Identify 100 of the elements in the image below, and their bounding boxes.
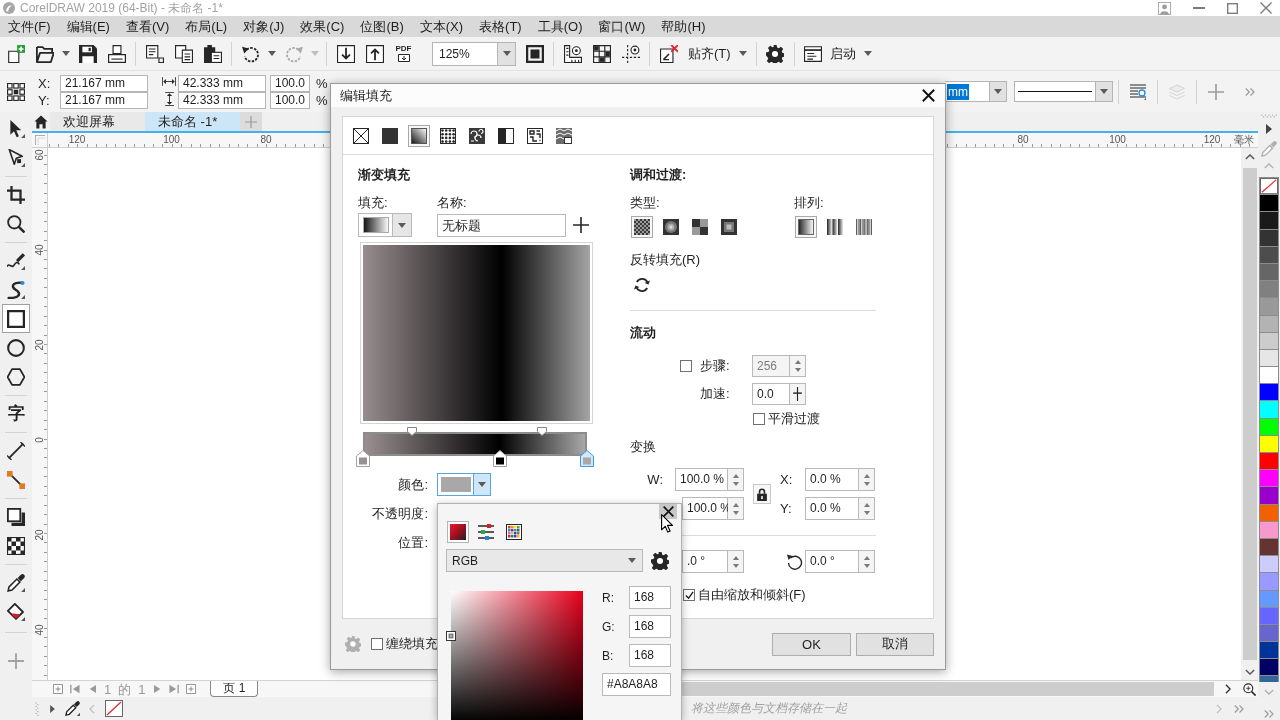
maximize-icon[interactable] xyxy=(1227,2,1238,14)
checkbox[interactable] xyxy=(683,589,695,601)
grip-icon[interactable] xyxy=(1261,114,1277,118)
eyedropper-button[interactable] xyxy=(65,699,79,718)
color-swatch[interactable] xyxy=(1260,315,1278,332)
checkbox[interactable] xyxy=(753,413,765,425)
grip-icon[interactable] xyxy=(35,701,39,716)
color-swatch[interactable] xyxy=(1260,435,1278,452)
menu-item[interactable]: 布局(L) xyxy=(177,17,236,36)
color-swatch[interactable] xyxy=(1260,676,1278,683)
rotation-field[interactable]: 0.0 ° xyxy=(805,550,859,573)
plus-icon[interactable] xyxy=(573,217,589,233)
no-color-swatch-icon[interactable] xyxy=(105,700,123,717)
color-stop-handle[interactable] xyxy=(356,450,370,467)
color-swatch[interactable] xyxy=(1260,538,1278,556)
channel-field[interactable]: 168 xyxy=(629,615,671,638)
picker-handle-icon[interactable] xyxy=(446,631,456,642)
menu-item[interactable]: 对象(J) xyxy=(235,17,293,36)
last-page-button[interactable] xyxy=(168,682,181,696)
fill-preset-button[interactable] xyxy=(358,213,393,237)
color-swatch[interactable] xyxy=(1260,298,1278,315)
menu-item[interactable]: 位图(B) xyxy=(352,17,412,36)
color-model-dropdown[interactable]: RGB xyxy=(446,549,643,572)
midpoint-handle-icon[interactable] xyxy=(407,427,418,436)
spin-button[interactable] xyxy=(728,468,744,491)
launch-menu-button[interactable]: 启动 xyxy=(798,39,877,68)
menu-item[interactable]: 文件(F) xyxy=(0,17,59,36)
spin-button[interactable] xyxy=(859,497,875,520)
close-button[interactable] xyxy=(659,504,677,519)
skew-field[interactable]: .0 ° xyxy=(682,550,728,573)
page-tab[interactable]: 页 1 xyxy=(210,681,259,697)
color-swatch[interactable] xyxy=(1260,281,1278,298)
snap-menu-button[interactable]: 贴齐(T) xyxy=(683,39,752,68)
add-page-button[interactable] xyxy=(52,682,64,696)
color-swatch[interactable] xyxy=(1260,212,1278,229)
first-page-button[interactable] xyxy=(69,682,81,696)
gradient-bar[interactable] xyxy=(363,432,587,456)
width-field[interactable]: 42.333 mm xyxy=(178,74,266,92)
color-swatch[interactable] xyxy=(1260,556,1278,573)
color-swatch[interactable] xyxy=(1260,642,1278,659)
fill-type-button[interactable] xyxy=(553,125,575,147)
midpoint-handle-icon[interactable] xyxy=(537,427,548,436)
checkbox[interactable] xyxy=(371,638,383,650)
color-sliders-button[interactable] xyxy=(475,521,497,543)
color-swatch[interactable] xyxy=(1260,573,1278,590)
origin-grid-icon[interactable] xyxy=(7,82,25,101)
color-swatch[interactable] xyxy=(1260,229,1278,246)
color-swatch[interactable] xyxy=(1260,195,1278,212)
color-swatch[interactable] xyxy=(1260,453,1278,470)
y-offset-field[interactable]: 0.0 % xyxy=(805,497,859,520)
color-swatch[interactable] xyxy=(1260,624,1278,642)
person-icon[interactable] xyxy=(1158,1,1171,15)
dropdown-button[interactable] xyxy=(1095,81,1113,102)
menu-item[interactable]: 帮助(H) xyxy=(653,17,714,36)
lock-button[interactable] xyxy=(753,484,771,504)
menu-item[interactable]: 文本(X) xyxy=(411,17,472,36)
close-button[interactable] xyxy=(921,88,936,103)
color-swatch[interactable] xyxy=(1260,332,1278,349)
color-swatch[interactable] xyxy=(1260,401,1278,418)
checkbox[interactable] xyxy=(680,360,692,372)
position-x-field[interactable]: 21.167 mm xyxy=(60,74,148,92)
color-swatch[interactable] xyxy=(1260,590,1278,607)
channel-field[interactable]: 168 xyxy=(629,644,671,667)
spin-button[interactable] xyxy=(859,550,875,573)
acceleration-field[interactable]: 0.0 xyxy=(752,383,790,405)
cancel-button[interactable]: 取消 xyxy=(856,632,934,656)
spin-button[interactable] xyxy=(790,355,806,377)
dropdown-button[interactable] xyxy=(393,213,412,237)
menu-item[interactable]: 编辑(E) xyxy=(58,17,118,36)
zoom-button[interactable] xyxy=(1241,681,1258,697)
blend-type-button[interactable] xyxy=(631,216,653,238)
menu-item[interactable]: 窗口(W) xyxy=(590,17,654,36)
scrollbar-thumb[interactable] xyxy=(1242,168,1257,660)
spin-button[interactable] xyxy=(859,468,875,491)
fill-type-button[interactable] xyxy=(379,125,401,147)
no-color-swatch-icon[interactable] xyxy=(1260,178,1278,195)
name-field[interactable]: 无标题 xyxy=(437,213,566,237)
add-page-button[interactable] xyxy=(185,682,198,696)
color-swatch[interactable] xyxy=(1260,607,1278,624)
x-offset-field[interactable]: 0.0 % xyxy=(805,468,859,491)
color-picker-area[interactable] xyxy=(451,591,583,720)
color-viewers-button[interactable] xyxy=(447,521,469,543)
channel-field[interactable]: 168 xyxy=(629,586,671,609)
ok-button[interactable]: OK xyxy=(772,632,851,656)
text-tool-button[interactable]: 字 xyxy=(2,399,30,428)
arrangement-button[interactable] xyxy=(795,216,817,238)
rectangle-tool-button[interactable] xyxy=(2,304,30,333)
steps-field[interactable]: 256 xyxy=(752,355,790,377)
fill-type-button[interactable] xyxy=(350,125,372,147)
color-swatch[interactable] xyxy=(1260,367,1278,384)
fill-type-button[interactable] xyxy=(408,125,430,147)
document-tab[interactable]: 欢迎屏幕 xyxy=(50,112,145,131)
arrangement-button[interactable] xyxy=(824,216,846,238)
width-field[interactable]: 100.0 % xyxy=(675,468,728,491)
spin-button[interactable] xyxy=(728,550,744,573)
menu-item[interactable]: 表格(T) xyxy=(471,17,530,36)
document-tab[interactable]: 未命名 -1* xyxy=(145,112,240,131)
color-palettes-button[interactable] xyxy=(503,521,525,543)
color-swatch[interactable] xyxy=(1260,349,1278,367)
dropdown-button[interactable] xyxy=(497,41,516,66)
